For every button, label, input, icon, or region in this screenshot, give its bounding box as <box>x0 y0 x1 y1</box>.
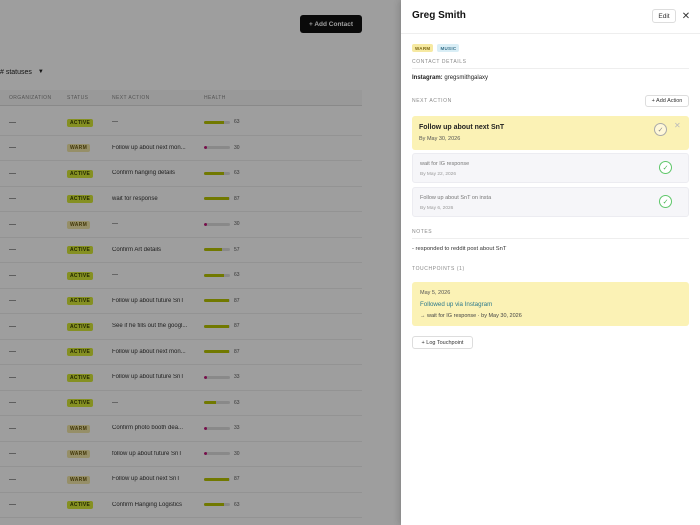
contact-name: Greg Smith <box>412 10 466 21</box>
notes-text: - responded to reddit post about SnT <box>412 246 507 252</box>
instagram-label: Instagram: <box>412 75 443 81</box>
completed-action-card: wait for IG response By May 22, 2026 ✓ <box>412 153 689 183</box>
tag-list: WARM MUSIC <box>412 44 460 52</box>
action-due-date: By May 30, 2026 <box>419 136 461 142</box>
add-action-button[interactable]: + Add Action <box>645 95 689 107</box>
touchpoint-followup: → wait for IG response · by May 30, 2026 <box>420 313 522 319</box>
notes-heading: NOTES <box>412 229 433 235</box>
divider <box>412 238 689 239</box>
completed-check-icon[interactable]: ✓ <box>659 195 672 208</box>
divider <box>412 68 689 69</box>
instagram-line: Instagram: gregsmithgalaxy <box>412 75 488 81</box>
touchpoint-title: Followed up via Instagram <box>420 301 493 308</box>
action-title: Follow up about next SnT <box>419 124 505 131</box>
next-action-heading: NEXT ACTION <box>412 98 452 104</box>
action-due-date: By May 22, 2026 <box>420 172 456 177</box>
contact-details-heading: CONTACT DETAILS <box>412 59 467 65</box>
completed-action-card: Follow up about SnT on insta By May 6, 2… <box>412 187 689 217</box>
drawer-header: Greg Smith Edit ✕ <box>401 0 700 34</box>
touchpoints-heading: TOUCHPOINTS (1) <box>412 266 465 272</box>
tag-warm: WARM <box>412 44 434 52</box>
action-title: wait for IG response <box>420 161 470 167</box>
instagram-handle[interactable]: gregsmithgalaxy <box>444 75 488 81</box>
action-title: Follow up about SnT on insta <box>420 195 492 201</box>
next-action-card: Follow up about next SnT By May 30, 2026… <box>412 116 689 150</box>
tag-music: MUSIC <box>437 44 460 52</box>
close-icon[interactable]: ✕ <box>680 9 692 23</box>
completed-check-icon[interactable]: ✓ <box>659 161 672 174</box>
action-due-date: By May 6, 2026 <box>420 206 454 211</box>
complete-check-icon[interactable]: ✓ <box>654 123 667 136</box>
touchpoint-date: May 5, 2026 <box>420 290 451 296</box>
touchpoint-card: May 5, 2026 Followed up via Instagram → … <box>412 282 689 326</box>
edit-button[interactable]: Edit <box>652 9 676 23</box>
contact-drawer: Greg Smith Edit ✕ WARM MUSIC CONTACT DET… <box>401 0 700 525</box>
log-touchpoint-button[interactable]: + Log Touchpoint <box>412 336 473 349</box>
dismiss-icon[interactable]: ✕ <box>674 121 681 130</box>
